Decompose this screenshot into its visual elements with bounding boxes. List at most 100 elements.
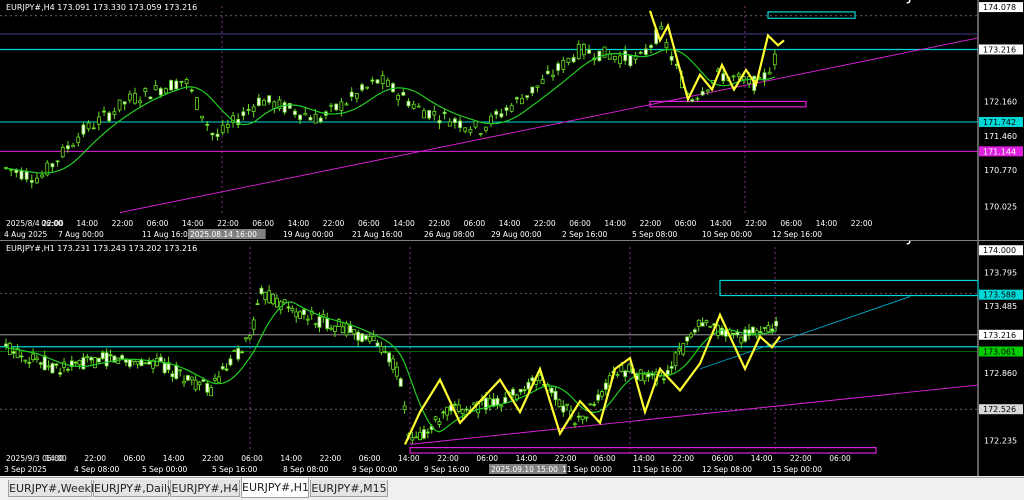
- candle-body: [178, 369, 183, 372]
- candle-body: [453, 403, 457, 406]
- candle-body: [743, 329, 748, 342]
- chart-panel-h1[interactable]: EURJPY#,H1 173.231 173.243 173.202 173.2…: [0, 241, 1024, 476]
- tab-daily[interactable]: EURJPY#,Daily: [93, 480, 174, 497]
- candle-body: [638, 369, 643, 381]
- candle-body: [76, 136, 81, 143]
- candle-body: [627, 364, 631, 372]
- candle-body: [108, 354, 113, 357]
- tab-m15[interactable]: EURJPY#,M15: [310, 480, 388, 497]
- candle-body: [751, 326, 755, 334]
- time-tick: 06:00: [147, 219, 169, 228]
- price-label: 173.216: [983, 331, 1016, 340]
- candle-body: [530, 86, 535, 94]
- candle-body: [422, 429, 426, 439]
- candle-body: [4, 343, 8, 347]
- candle-body: [11, 351, 16, 354]
- candle-body: [143, 362, 148, 365]
- time-tick: 06:00: [829, 454, 851, 463]
- time-tick: 06:00: [675, 219, 697, 228]
- candle-body: [518, 388, 523, 393]
- candle-body: [224, 368, 229, 371]
- candle-body: [571, 57, 576, 63]
- date-tick: 3 Sep 2025: [4, 465, 47, 474]
- candle-body: [352, 329, 357, 335]
- time-tick: 14:00: [710, 219, 732, 228]
- chart-h1-canvas[interactable]: EURJPY#,H1 173.231 173.243 173.202 173.2…: [0, 241, 1024, 476]
- chart-panel-h4[interactable]: EURJPY#,H4 173.091 173.330 173.059 173.2…: [0, 0, 1024, 240]
- date-tick: 12 Sep 08:00: [702, 465, 752, 474]
- time-tick: 22:00: [217, 219, 239, 228]
- candle-body: [55, 160, 60, 163]
- candle-body: [340, 326, 345, 334]
- candle-body: [349, 91, 354, 97]
- candle-body: [174, 80, 179, 90]
- candle-body: [766, 325, 771, 333]
- candle-body: [210, 132, 215, 136]
- candle-body: [23, 359, 28, 362]
- time-tick: 22:00: [790, 454, 812, 463]
- time-tick: 22:00: [555, 454, 577, 463]
- candle-body: [240, 351, 244, 354]
- candle-body: [228, 358, 233, 366]
- time-tick: 06:00: [712, 454, 734, 463]
- date-tick: 2025.08.14 16:00: [190, 230, 257, 239]
- date-tick: 4 Sep 08:00: [74, 465, 120, 474]
- time-tick: 22:00: [745, 219, 767, 228]
- tab-weekly[interactable]: EURJPY#,Weekly: [8, 480, 100, 497]
- moving-average-line: [5, 48, 776, 174]
- candle-body: [494, 110, 499, 115]
- candle-body: [308, 116, 313, 121]
- candle-body: [587, 49, 591, 54]
- candle-body: [380, 75, 385, 84]
- candle-body: [473, 120, 478, 128]
- tab-h1[interactable]: EURJPY#,H1: [241, 478, 309, 498]
- candle-body: [262, 99, 266, 106]
- candle-body: [735, 331, 740, 336]
- candle-body: [721, 73, 726, 82]
- candle-body: [298, 311, 303, 319]
- candle-body: [662, 378, 666, 381]
- candle-body: [642, 373, 647, 382]
- candle-body: [659, 26, 664, 30]
- candle-body: [371, 336, 376, 342]
- candle-body: [86, 122, 91, 130]
- chart-h4-canvas[interactable]: EURJPY#,H4 173.091 173.330 173.059 173.2…: [0, 0, 1024, 240]
- candle-body: [398, 378, 403, 387]
- candle-body: [731, 332, 736, 335]
- candle-body: [58, 372, 63, 375]
- candle-body: [696, 319, 701, 327]
- candle-body: [731, 75, 736, 78]
- candle-body: [681, 343, 686, 355]
- candle-body: [433, 416, 438, 421]
- tab-h4[interactable]: EURJPY#,H4: [170, 480, 240, 497]
- candle-body: [189, 376, 194, 381]
- candle-body: [456, 404, 461, 412]
- candle-body: [184, 79, 189, 85]
- candle-body: [216, 376, 221, 383]
- candle-body: [205, 383, 210, 393]
- candle-body: [572, 423, 577, 426]
- candle-body: [770, 328, 775, 332]
- price-label: 173.061: [983, 348, 1016, 357]
- candle-body: [93, 357, 97, 369]
- candle-body: [612, 55, 617, 60]
- candle-body: [673, 352, 678, 367]
- candle-body: [162, 362, 167, 374]
- candle-body: [225, 124, 230, 128]
- candle-body: [588, 403, 593, 406]
- candle-body: [170, 373, 175, 378]
- candle-body: [557, 399, 562, 408]
- candle-body: [596, 394, 601, 401]
- time-tick: 06:00: [252, 219, 274, 228]
- price-label: 173.216: [983, 45, 1016, 54]
- candle-body: [367, 336, 372, 342]
- candle-body: [504, 107, 509, 111]
- date-tick: 4 Aug 2025: [4, 230, 47, 239]
- candle-body: [85, 356, 90, 358]
- candle-body: [499, 113, 504, 118]
- candle-body: [427, 110, 432, 119]
- candle-body: [143, 88, 148, 93]
- candle-body: [478, 133, 483, 136]
- candle-body: [60, 146, 65, 158]
- price-tick: 170.025: [984, 202, 1017, 211]
